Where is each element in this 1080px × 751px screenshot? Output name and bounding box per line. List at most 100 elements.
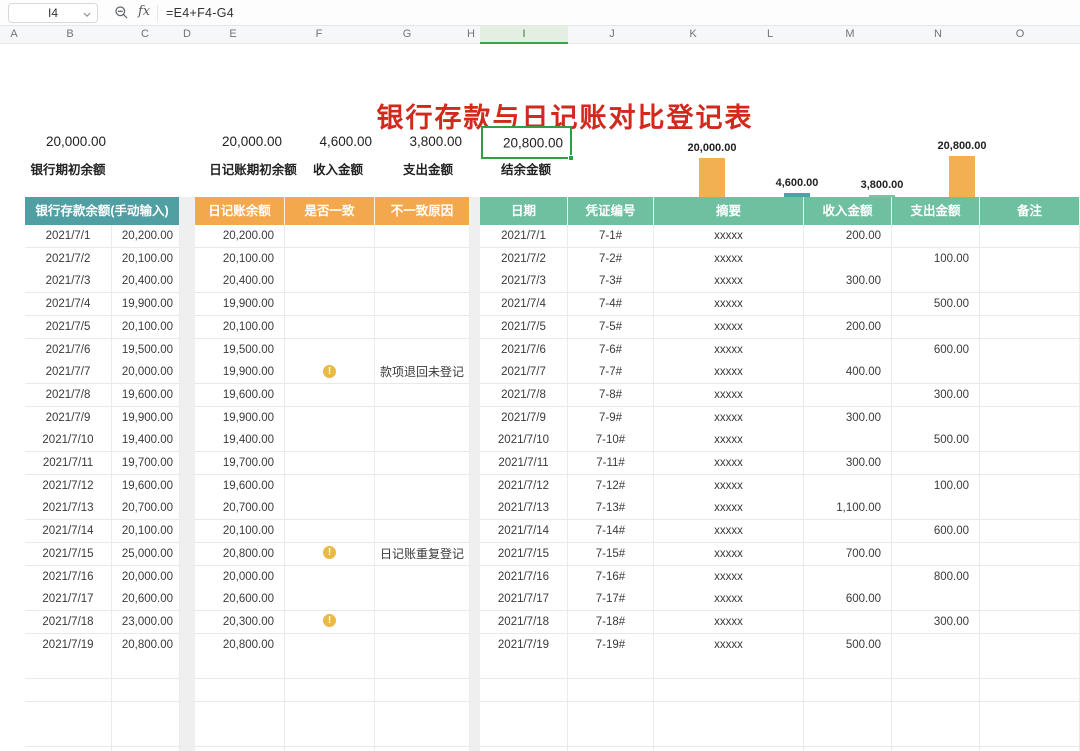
mismatch-reason-cell[interactable] [375,293,470,317]
bank-balance-cell[interactable]: 25,000.00 [112,542,180,566]
mismatch-reason-cell[interactable] [375,565,470,589]
journal-date-cell[interactable]: 2021/7/11 [480,452,568,475]
voucher-number-cell[interactable]: 7-17# [568,588,654,612]
journal-balance-cell[interactable]: 20,100.00 [195,520,285,544]
mismatch-reason-cell[interactable] [375,225,470,248]
note-cell[interactable] [980,429,1080,453]
expense-amount-cell[interactable] [892,315,980,339]
match-status-cell[interactable] [285,293,375,317]
journal-header-0[interactable]: 日期 [480,197,568,225]
summary-text-cell[interactable] [654,724,804,748]
journal-date-cell[interactable]: 2021/7/6 [480,338,568,362]
journal-date-cell[interactable]: 2021/7/12 [480,474,568,498]
voucher-number-cell[interactable]: 7-8# [568,383,654,407]
note-cell[interactable] [980,293,1080,317]
match-status-cell[interactable] [285,679,375,702]
column-header-E[interactable]: E [229,28,236,40]
column-header-D[interactable]: D [183,28,191,40]
income-amount-cell[interactable] [804,429,892,453]
summary-label[interactable]: 银行期初余额 [8,163,128,178]
income-amount-cell[interactable]: 300.00 [804,452,892,475]
bank-date-cell[interactable]: 2021/7/14 [25,520,112,544]
bank-date-cell[interactable]: 2021/7/11 [25,452,112,475]
summary-value-cell[interactable]: 20,000.00 [192,133,282,151]
bank-date-cell[interactable]: 2021/7/2 [25,247,112,271]
note-cell[interactable] [980,565,1080,589]
bank-balance-cell[interactable]: 20,800.00 [112,633,180,657]
summary-text-cell[interactable]: xxxxx [654,633,804,657]
note-cell[interactable] [980,315,1080,339]
income-amount-cell[interactable] [804,247,892,271]
column-header-M[interactable]: M [845,28,854,40]
journal-header-5[interactable]: 备注 [980,197,1080,225]
selected-cell-result-balance[interactable]: 20,800.00 [481,126,574,161]
summary-text-cell[interactable]: xxxxx [654,247,804,271]
note-cell[interactable] [980,520,1080,544]
bank-balance-cell[interactable]: 19,500.00 [112,338,180,362]
voucher-number-cell[interactable] [568,747,654,751]
journal-balance-cell[interactable]: 20,400.00 [195,270,285,294]
bank-date-cell[interactable] [25,701,112,725]
voucher-number-cell[interactable] [568,679,654,702]
journal-date-cell[interactable]: 2021/7/15 [480,542,568,566]
magnifier-minus-icon[interactable] [114,5,129,20]
bank-date-cell[interactable] [25,679,112,702]
journal-date-cell[interactable]: 2021/7/8 [480,383,568,407]
match-status-cell[interactable]: ! [285,610,375,634]
mismatch-reason-cell[interactable] [375,406,470,430]
journal-header-2[interactable]: 摘要 [654,197,804,225]
journal-balance-cell[interactable] [195,747,285,751]
summary-text-cell[interactable]: xxxxx [654,542,804,566]
bank-balance-cell[interactable]: 20,200.00 [112,225,180,248]
journal-date-cell[interactable] [480,679,568,702]
journal-date-cell[interactable]: 2021/7/9 [480,406,568,430]
bank-balance-cell[interactable]: 19,700.00 [112,452,180,475]
column-header-O[interactable]: O [1016,28,1025,40]
note-cell[interactable] [980,497,1080,521]
bank-balance-cell[interactable]: 19,600.00 [112,474,180,498]
bank-balance-cell[interactable] [112,679,180,702]
bank-date-cell[interactable]: 2021/7/1 [25,225,112,248]
voucher-number-cell[interactable]: 7-13# [568,497,654,521]
mismatch-reason-cell[interactable] [375,383,470,407]
note-cell[interactable] [980,679,1080,702]
mismatch-reason-cell[interactable] [375,520,470,544]
journal-balance-cell[interactable]: 19,400.00 [195,429,285,453]
mismatch-reason-cell[interactable]: 款项退回未登记 [375,361,470,385]
journal-balance-cell[interactable]: 19,900.00 [195,293,285,317]
summary-label[interactable]: 支出金额 [388,163,468,178]
summary-text-cell[interactable]: xxxxx [654,520,804,544]
mismatch-reason-cell[interactable] [375,247,470,271]
journal-date-cell[interactable]: 2021/7/10 [480,429,568,453]
journal-date-cell[interactable] [480,701,568,725]
match-status-cell[interactable] [285,452,375,475]
voucher-number-cell[interactable]: 7-15# [568,542,654,566]
voucher-number-cell[interactable] [568,656,654,680]
summary-value-cell[interactable]: 3,800.00 [384,133,462,151]
journal-balance-cell[interactable]: 19,500.00 [195,338,285,362]
income-amount-cell[interactable] [804,701,892,725]
column-header-J[interactable]: J [609,28,615,40]
expense-amount-cell[interactable] [892,679,980,702]
expense-amount-cell[interactable] [892,588,980,612]
income-amount-cell[interactable] [804,293,892,317]
income-amount-cell[interactable]: 600.00 [804,588,892,612]
income-amount-cell[interactable]: 1,100.00 [804,497,892,521]
bank-balance-cell[interactable]: 20,100.00 [112,315,180,339]
journal-balance-cell[interactable]: 20,100.00 [195,315,285,339]
journal-header-1[interactable]: 凭证编号 [568,197,654,225]
column-header-N[interactable]: N [934,28,942,40]
mismatch-reason-cell[interactable] [375,270,470,294]
note-cell[interactable] [980,656,1080,680]
voucher-number-cell[interactable]: 7-12# [568,474,654,498]
note-cell[interactable] [980,225,1080,248]
column-header-I[interactable]: I [522,28,525,40]
note-cell[interactable] [980,361,1080,385]
voucher-number-cell[interactable]: 7-7# [568,361,654,385]
note-cell[interactable] [980,338,1080,362]
note-cell[interactable] [980,452,1080,475]
column-header-G[interactable]: G [403,28,412,40]
match-status-cell[interactable] [285,520,375,544]
bank-date-cell[interactable]: 2021/7/19 [25,633,112,657]
note-cell[interactable] [980,270,1080,294]
